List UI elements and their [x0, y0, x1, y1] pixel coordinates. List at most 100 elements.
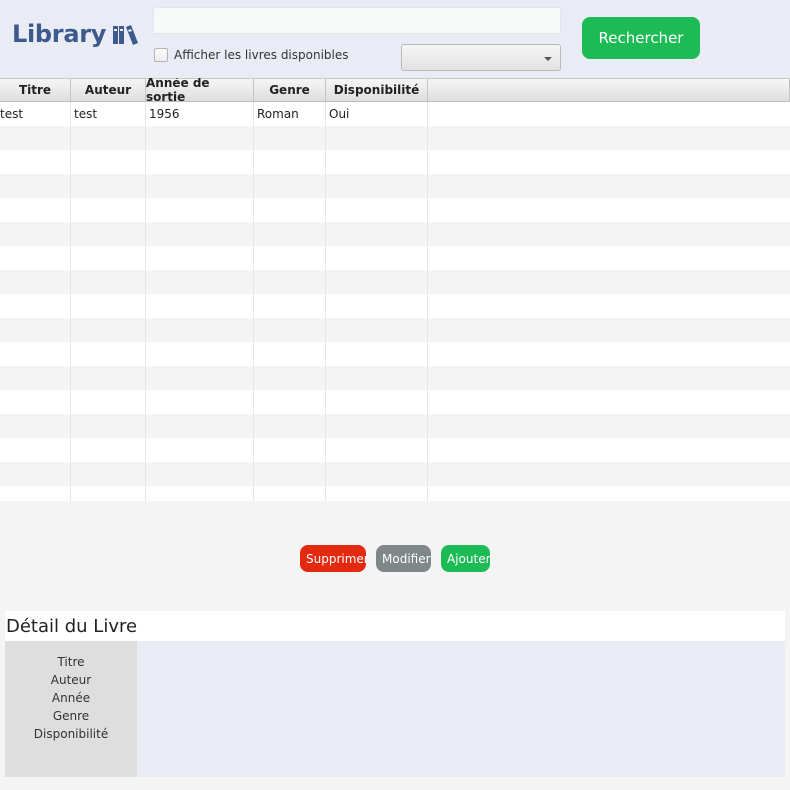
table-cell: [254, 414, 326, 438]
table-cell: [0, 438, 71, 462]
table-cell: [71, 318, 146, 342]
table-cell: Oui: [326, 102, 428, 126]
table-cell: [326, 438, 428, 462]
column-header-annee[interactable]: Année de sortie: [146, 78, 254, 104]
table-cell-filler: [428, 126, 790, 150]
table-cell: [71, 174, 146, 198]
table-cell: [71, 150, 146, 174]
table-cell-filler: [428, 198, 790, 222]
table-row[interactable]: [0, 246, 790, 270]
table-cell: [326, 318, 428, 342]
table-cell: [254, 270, 326, 294]
table-cell: [0, 198, 71, 222]
table-cell: [0, 222, 71, 246]
table-cell: [254, 246, 326, 270]
table-cell: [326, 150, 428, 174]
table-cell-filler: [428, 246, 790, 270]
logo: Library: [12, 20, 140, 48]
column-header-titre[interactable]: Titre: [0, 79, 71, 101]
table-cell: [0, 390, 71, 414]
table-cell: [326, 414, 428, 438]
table-cell: [0, 366, 71, 390]
table-row[interactable]: [0, 486, 790, 501]
table-cell: [0, 246, 71, 270]
delete-button[interactable]: Supprimer: [300, 545, 369, 572]
column-header-genre[interactable]: Genre: [254, 79, 326, 101]
table-row[interactable]: [0, 222, 790, 246]
table-row[interactable]: [0, 270, 790, 294]
table-cell: [146, 222, 254, 246]
search-input[interactable]: [153, 7, 561, 34]
table-cell: [326, 366, 428, 390]
table-cell: [254, 174, 326, 198]
edit-button[interactable]: Modifier: [376, 545, 431, 572]
detail-label-genre: Genre: [52, 709, 90, 723]
table-cell: [146, 390, 254, 414]
table-row[interactable]: test test 1956 Roman Oui: [0, 102, 790, 126]
table-cell-filler: [428, 318, 790, 342]
table-cell: [326, 270, 428, 294]
table-cell-filler: [428, 222, 790, 246]
table-row[interactable]: [0, 294, 790, 318]
table-cell: [146, 318, 254, 342]
table-row[interactable]: [0, 126, 790, 150]
column-header-filler: [428, 79, 790, 101]
table-row[interactable]: [0, 150, 790, 174]
table-cell: [146, 198, 254, 222]
table-cell-filler: [428, 486, 790, 501]
available-checkbox-label: Afficher les livres disponibles: [174, 48, 349, 62]
table-row[interactable]: [0, 174, 790, 198]
table-cell-filler: [428, 174, 790, 198]
table-cell: [146, 486, 254, 501]
table-cell: [146, 414, 254, 438]
table-body: test test 1956 Roman Oui: [0, 102, 790, 501]
table-cell: [146, 126, 254, 150]
table-cell: [0, 270, 71, 294]
table-row[interactable]: [0, 318, 790, 342]
table-row[interactable]: [0, 414, 790, 438]
table-cell-filler: [428, 342, 790, 366]
table-cell: [254, 366, 326, 390]
genre-select[interactable]: [401, 44, 561, 71]
table-cell: [254, 390, 326, 414]
detail-labels: Titre Auteur Année Genre Disponibilité: [5, 641, 137, 777]
table-cell: [0, 318, 71, 342]
table-cell-filler: [428, 102, 790, 126]
table-cell: [146, 150, 254, 174]
table-row[interactable]: [0, 342, 790, 366]
detail-label-titre: Titre: [57, 655, 85, 669]
books-table: Titre Auteur Année de sortie Genre Dispo…: [0, 78, 790, 501]
column-header-disponibilite[interactable]: Disponibilité: [326, 79, 428, 101]
available-checkbox[interactable]: [154, 48, 168, 62]
detail-label-annee: Année: [51, 691, 91, 705]
table-row[interactable]: [0, 462, 790, 486]
table-cell: [0, 174, 71, 198]
table-cell: [71, 366, 146, 390]
table-cell: [254, 342, 326, 366]
table-cell-filler: [428, 150, 790, 174]
table-cell: [254, 222, 326, 246]
table-cell: [146, 270, 254, 294]
table-cell: [71, 486, 146, 501]
table-cell: [71, 438, 146, 462]
table-cell: [146, 342, 254, 366]
table-row[interactable]: [0, 366, 790, 390]
table-row[interactable]: [0, 390, 790, 414]
table-row[interactable]: [0, 198, 790, 222]
add-button[interactable]: Ajouter: [441, 545, 491, 572]
table-cell: [71, 126, 146, 150]
table-cell: [326, 222, 428, 246]
table-cell: [0, 486, 71, 501]
column-header-auteur[interactable]: Auteur: [71, 79, 146, 101]
table-row[interactable]: [0, 438, 790, 462]
table-cell: [254, 462, 326, 486]
table-cell: [326, 390, 428, 414]
search-button[interactable]: Rechercher: [582, 17, 700, 59]
table-cell: [146, 366, 254, 390]
table-cell-filler: [428, 438, 790, 462]
table-cell: [326, 246, 428, 270]
table-cell: [326, 198, 428, 222]
detail-values: [137, 641, 785, 777]
available-filter[interactable]: Afficher les livres disponibles: [154, 48, 349, 62]
table-cell-filler: [428, 462, 790, 486]
